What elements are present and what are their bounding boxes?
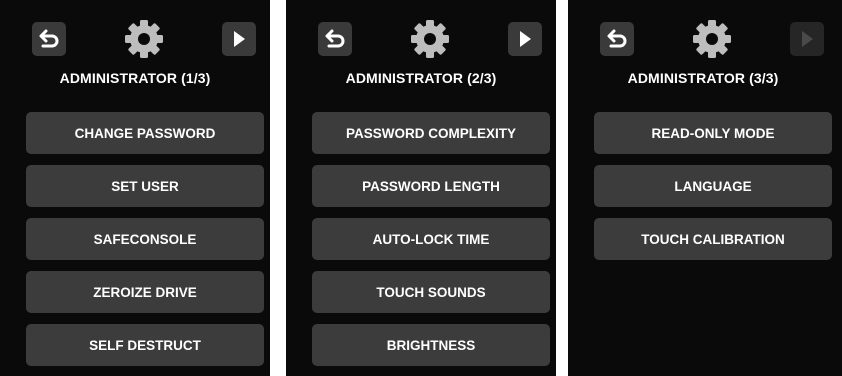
change-password-button[interactable]: CHANGE PASSWORD bbox=[26, 112, 264, 154]
next-page-button[interactable] bbox=[508, 22, 542, 56]
back-arrow-icon bbox=[607, 29, 627, 48]
play-next-icon bbox=[520, 31, 531, 47]
back-button[interactable] bbox=[600, 22, 634, 56]
password-complexity-button[interactable]: PASSWORD COMPLEXITY bbox=[312, 112, 550, 154]
back-arrow-icon bbox=[39, 29, 59, 48]
zeroize-drive-button[interactable]: ZEROIZE DRIVE bbox=[26, 271, 264, 313]
touch-calibration-button[interactable]: TOUCH CALIBRATION bbox=[594, 218, 832, 260]
gear-icon bbox=[690, 17, 734, 61]
admin-screen-3: ADMINISTRATOR (3/3) READ-ONLY MODE LANGU… bbox=[568, 0, 842, 376]
read-only-mode-button[interactable]: READ-ONLY MODE bbox=[594, 112, 832, 154]
password-length-button[interactable]: PASSWORD LENGTH bbox=[312, 165, 550, 207]
page-title: ADMINISTRATOR (3/3) bbox=[627, 70, 779, 86]
next-page-button-disabled bbox=[790, 22, 824, 56]
admin-screen-2: ADMINISTRATOR (2/3) PASSWORD COMPLEXITY … bbox=[286, 0, 556, 376]
touch-sounds-button[interactable]: TOUCH SOUNDS bbox=[312, 271, 550, 313]
play-next-icon bbox=[234, 31, 245, 47]
gear-icon bbox=[408, 17, 452, 61]
admin-screen-1: ADMINISTRATOR (1/3) CHANGE PASSWORD SET … bbox=[0, 0, 270, 376]
safeconsole-button[interactable]: SAFECONSOLE bbox=[26, 218, 264, 260]
self-destruct-button[interactable]: SELF DESTRUCT bbox=[26, 324, 264, 366]
set-user-button[interactable]: SET USER bbox=[26, 165, 264, 207]
next-page-button[interactable] bbox=[222, 22, 256, 56]
auto-lock-time-button[interactable]: AUTO-LOCK TIME bbox=[312, 218, 550, 260]
back-button[interactable] bbox=[318, 22, 352, 56]
back-arrow-icon bbox=[325, 29, 345, 48]
language-button[interactable]: LANGUAGE bbox=[594, 165, 832, 207]
back-button[interactable] bbox=[32, 22, 66, 56]
page-title: ADMINISTRATOR (1/3) bbox=[59, 70, 211, 86]
page-title: ADMINISTRATOR (2/3) bbox=[345, 70, 497, 86]
gear-icon bbox=[122, 17, 166, 61]
brightness-button[interactable]: BRIGHTNESS bbox=[312, 324, 550, 366]
play-next-icon bbox=[802, 31, 813, 47]
